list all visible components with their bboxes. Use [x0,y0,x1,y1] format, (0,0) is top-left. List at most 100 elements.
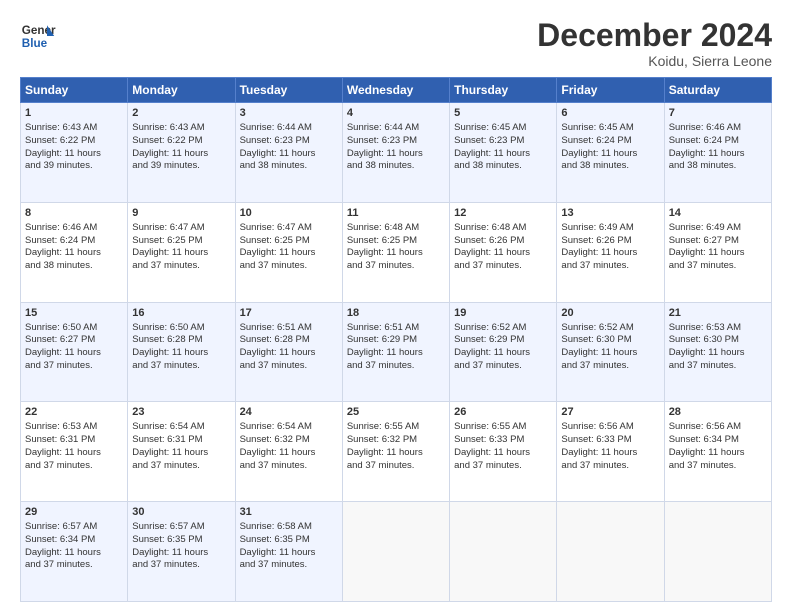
day-info-line: Sunset: 6:28 PM [240,334,338,347]
day-number: 13 [561,206,659,221]
day-info-line: Daylight: 11 hours [240,447,338,460]
day-info-line: Sunrise: 6:51 AM [240,322,338,335]
day-info-line: Sunrise: 6:49 AM [669,222,767,235]
day-info-line: Sunset: 6:25 PM [132,235,230,248]
day-info-line: and 37 minutes. [240,260,338,273]
day-info-line: Daylight: 11 hours [240,347,338,360]
day-number: 24 [240,405,338,420]
day-info-line: and 37 minutes. [240,460,338,473]
logo: General Blue [20,18,56,54]
day-info-line: Daylight: 11 hours [25,247,123,260]
calendar-cell: 29Sunrise: 6:57 AMSunset: 6:34 PMDayligh… [21,502,128,602]
day-info-line: Sunset: 6:32 PM [240,434,338,447]
day-number: 25 [347,405,445,420]
calendar-cell [557,502,664,602]
day-info-line: Sunrise: 6:56 AM [669,421,767,434]
day-info-line: and 37 minutes. [347,460,445,473]
day-info-line: and 37 minutes. [25,460,123,473]
day-info-line: and 37 minutes. [132,260,230,273]
day-info-line: Daylight: 11 hours [132,547,230,560]
day-info-line: Daylight: 11 hours [561,447,659,460]
col-header-tuesday: Tuesday [235,78,342,103]
day-info-line: Sunrise: 6:49 AM [561,222,659,235]
day-info-line: Sunset: 6:29 PM [347,334,445,347]
week-row-2: 15Sunrise: 6:50 AMSunset: 6:27 PMDayligh… [21,302,772,402]
day-info-line: Sunrise: 6:46 AM [25,222,123,235]
col-header-wednesday: Wednesday [342,78,449,103]
day-number: 14 [669,206,767,221]
calendar-cell: 5Sunrise: 6:45 AMSunset: 6:23 PMDaylight… [450,103,557,203]
day-number: 7 [669,106,767,121]
day-info-line: Daylight: 11 hours [347,347,445,360]
calendar-cell: 23Sunrise: 6:54 AMSunset: 6:31 PMDayligh… [128,402,235,502]
week-row-3: 22Sunrise: 6:53 AMSunset: 6:31 PMDayligh… [21,402,772,502]
day-info-line: Sunrise: 6:48 AM [347,222,445,235]
calendar-cell: 12Sunrise: 6:48 AMSunset: 6:26 PMDayligh… [450,202,557,302]
title-block: December 2024 Koidu, Sierra Leone [537,18,772,69]
day-number: 17 [240,306,338,321]
calendar-cell [342,502,449,602]
day-info-line: and 37 minutes. [240,559,338,572]
col-header-friday: Friday [557,78,664,103]
calendar-cell: 22Sunrise: 6:53 AMSunset: 6:31 PMDayligh… [21,402,128,502]
day-info-line: Sunrise: 6:45 AM [561,122,659,135]
calendar-table: SundayMondayTuesdayWednesdayThursdayFrid… [20,77,772,602]
day-info-line: Daylight: 11 hours [347,247,445,260]
header-row: SundayMondayTuesdayWednesdayThursdayFrid… [21,78,772,103]
day-info-line: and 37 minutes. [132,559,230,572]
calendar-cell: 17Sunrise: 6:51 AMSunset: 6:28 PMDayligh… [235,302,342,402]
day-info-line: and 37 minutes. [561,360,659,373]
day-info-line: Sunset: 6:23 PM [454,135,552,148]
col-header-thursday: Thursday [450,78,557,103]
day-info-line: Daylight: 11 hours [454,447,552,460]
calendar-page: General Blue December 2024 Koidu, Sierra… [0,0,792,612]
day-number: 26 [454,405,552,420]
day-info-line: Sunrise: 6:45 AM [454,122,552,135]
day-info-line: and 37 minutes. [132,460,230,473]
calendar-cell: 8Sunrise: 6:46 AMSunset: 6:24 PMDaylight… [21,202,128,302]
day-info-line: Daylight: 11 hours [347,148,445,161]
day-info-line: Sunrise: 6:44 AM [240,122,338,135]
day-number: 20 [561,306,659,321]
day-info-line: Sunset: 6:25 PM [240,235,338,248]
day-info-line: Daylight: 11 hours [132,148,230,161]
calendar-cell [664,502,771,602]
day-info-line: Sunrise: 6:47 AM [132,222,230,235]
day-number: 11 [347,206,445,221]
calendar-cell: 28Sunrise: 6:56 AMSunset: 6:34 PMDayligh… [664,402,771,502]
day-info-line: and 37 minutes. [347,360,445,373]
day-info-line: Sunrise: 6:55 AM [454,421,552,434]
day-info-line: and 38 minutes. [669,160,767,173]
calendar-cell: 4Sunrise: 6:44 AMSunset: 6:23 PMDaylight… [342,103,449,203]
day-number: 16 [132,306,230,321]
calendar-cell [450,502,557,602]
day-info-line: Daylight: 11 hours [25,148,123,161]
day-number: 4 [347,106,445,121]
day-info-line: Daylight: 11 hours [669,148,767,161]
day-number: 21 [669,306,767,321]
day-info-line: Sunset: 6:32 PM [347,434,445,447]
calendar-cell: 10Sunrise: 6:47 AMSunset: 6:25 PMDayligh… [235,202,342,302]
day-info-line: Sunset: 6:30 PM [669,334,767,347]
day-info-line: and 37 minutes. [25,559,123,572]
day-number: 28 [669,405,767,420]
day-info-line: Sunset: 6:26 PM [454,235,552,248]
day-info-line: Sunrise: 6:54 AM [240,421,338,434]
day-info-line: Sunset: 6:25 PM [347,235,445,248]
day-info-line: Daylight: 11 hours [240,148,338,161]
day-info-line: and 38 minutes. [25,260,123,273]
day-number: 29 [25,505,123,520]
day-info-line: Sunrise: 6:47 AM [240,222,338,235]
day-info-line: Sunset: 6:22 PM [25,135,123,148]
col-header-sunday: Sunday [21,78,128,103]
day-number: 5 [454,106,552,121]
day-info-line: Sunset: 6:34 PM [25,534,123,547]
day-info-line: Sunset: 6:35 PM [132,534,230,547]
day-info-line: Daylight: 11 hours [669,247,767,260]
day-info-line: Sunset: 6:24 PM [25,235,123,248]
day-info-line: and 37 minutes. [25,360,123,373]
day-info-line: Daylight: 11 hours [132,247,230,260]
calendar-cell: 6Sunrise: 6:45 AMSunset: 6:24 PMDaylight… [557,103,664,203]
day-info-line: and 38 minutes. [240,160,338,173]
day-info-line: Daylight: 11 hours [25,547,123,560]
